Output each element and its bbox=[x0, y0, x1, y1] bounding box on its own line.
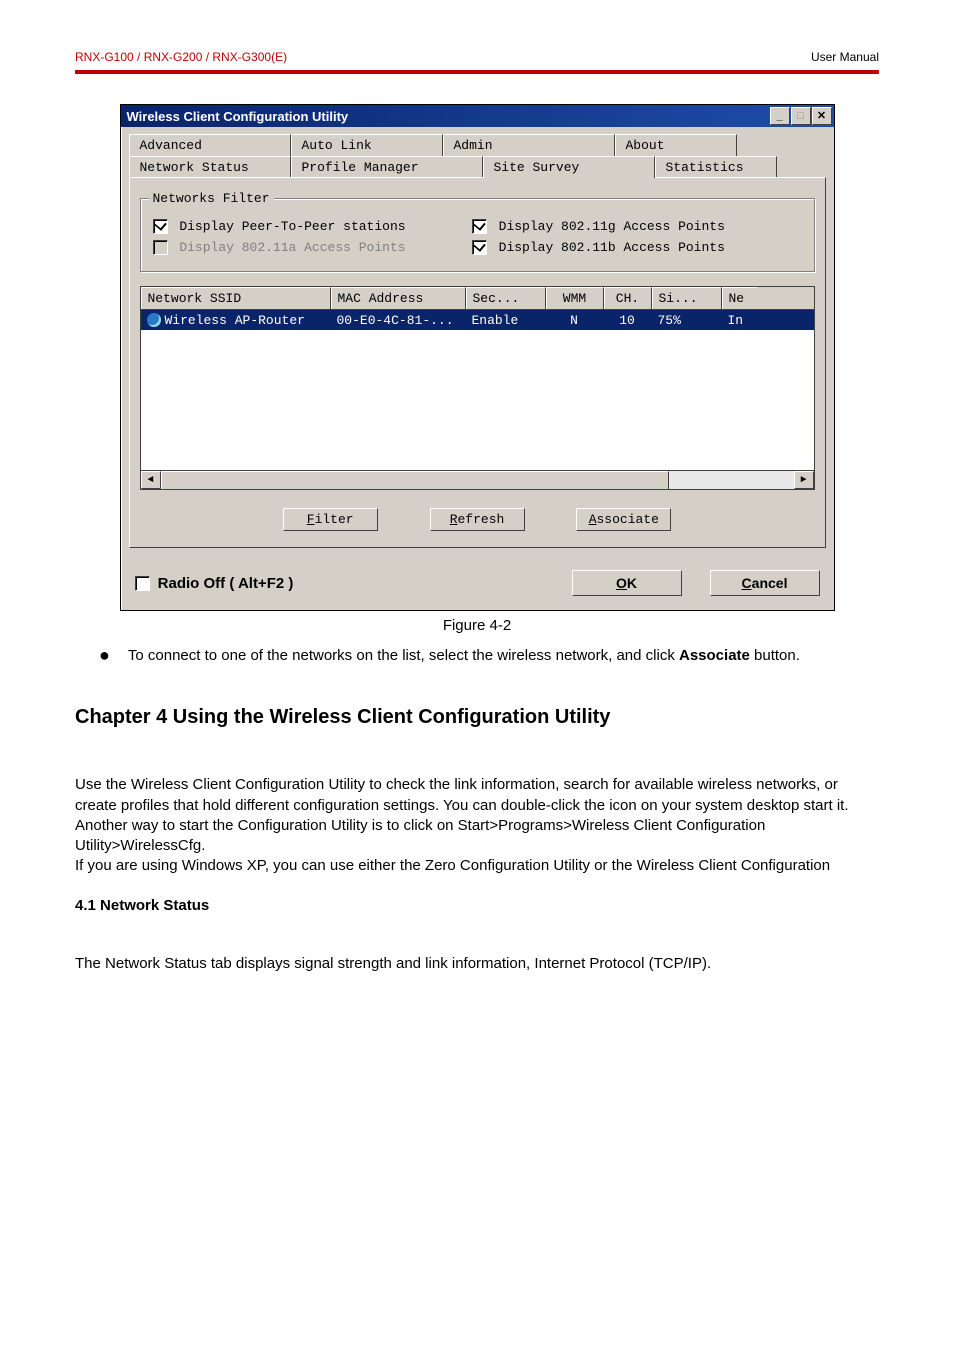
checkbox-80211g[interactable] bbox=[472, 219, 487, 234]
intro-paragraph: Use the Wireless Client Configuration Ut… bbox=[75, 775, 879, 876]
ok-button[interactable]: OK bbox=[572, 570, 682, 596]
checkbox-peer[interactable] bbox=[153, 219, 168, 234]
header-rule bbox=[75, 70, 879, 74]
page-header: RNX-G100 / RNX-G200 / RNX-G300(E) User M… bbox=[75, 50, 879, 64]
manual-label: User Manual bbox=[811, 50, 879, 64]
table-row[interactable] bbox=[141, 330, 814, 350]
refresh-button[interactable]: Refresh bbox=[430, 508, 525, 531]
tab-advanced[interactable]: Advanced bbox=[129, 134, 291, 156]
tab-admin[interactable]: Admin bbox=[443, 134, 615, 156]
cell-sec: Enable bbox=[466, 311, 546, 330]
tab-row-2: Network Status Profile Manager Site Surv… bbox=[129, 155, 826, 177]
bullet-icon: ● bbox=[99, 646, 110, 666]
col-sec[interactable]: Sec... bbox=[466, 287, 546, 309]
associate-button[interactable]: Associate bbox=[576, 508, 671, 531]
tab-profile-manager[interactable]: Profile Manager bbox=[291, 156, 483, 178]
tab-about[interactable]: About bbox=[615, 134, 737, 156]
cancel-button[interactable]: Cancel bbox=[710, 570, 820, 596]
table-row[interactable] bbox=[141, 410, 814, 430]
cell-ssid: Wireless AP-Router bbox=[165, 313, 305, 328]
label-peer: Display Peer-To-Peer stations bbox=[179, 219, 405, 234]
tab-panel: Networks Filter Display Peer-To-Peer sta… bbox=[129, 177, 826, 548]
scroll-right-icon[interactable]: ► bbox=[794, 471, 814, 489]
checkbox-80211a bbox=[153, 240, 168, 255]
section-paragraph: The Network Status tab displays signal s… bbox=[75, 954, 879, 974]
table-row[interactable] bbox=[141, 350, 814, 370]
label-80211b: Display 802.11b Access Points bbox=[499, 240, 725, 255]
label-80211g: Display 802.11g Access Points bbox=[499, 219, 725, 234]
table-row[interactable] bbox=[141, 430, 814, 450]
dialog-title: Wireless Client Configuration Utility bbox=[127, 109, 770, 124]
table-header: Network SSID MAC Address Sec... WMM CH. … bbox=[141, 287, 814, 310]
tab-site-survey[interactable]: Site Survey bbox=[483, 156, 655, 178]
scroll-thumb[interactable] bbox=[161, 471, 669, 490]
table-row[interactable]: Wireless AP-Router 00-E0-4C-81-... Enabl… bbox=[141, 310, 814, 330]
col-wmm[interactable]: WMM bbox=[546, 287, 604, 309]
col-ssid[interactable]: Network SSID bbox=[141, 287, 331, 309]
col-ne[interactable]: Ne bbox=[722, 287, 757, 309]
figure-caption: Figure 4-2 bbox=[75, 617, 879, 634]
tab-network-status[interactable]: Network Status bbox=[129, 156, 291, 178]
filter-button[interactable]: Filter bbox=[283, 508, 378, 531]
cell-ne: In bbox=[722, 311, 757, 330]
networks-table[interactable]: Network SSID MAC Address Sec... WMM CH. … bbox=[140, 286, 815, 490]
networks-filter-group: Networks Filter Display Peer-To-Peer sta… bbox=[140, 198, 815, 272]
model-list: RNX-G100 / RNX-G200 / RNX-G300(E) bbox=[75, 50, 287, 64]
table-row[interactable] bbox=[141, 390, 814, 410]
section-heading: 4.1 Network Status bbox=[75, 897, 879, 914]
table-row[interactable] bbox=[141, 450, 814, 470]
bullet-item: ● To connect to one of the networks on t… bbox=[99, 646, 869, 666]
maximize-button: □ bbox=[791, 107, 811, 125]
col-mac[interactable]: MAC Address bbox=[331, 287, 466, 309]
col-si[interactable]: Si... bbox=[652, 287, 722, 309]
h-scrollbar[interactable]: ◄ ► bbox=[141, 470, 814, 489]
col-ch[interactable]: CH. bbox=[604, 287, 652, 309]
chapter-heading: Chapter 4 Using the Wireless Client Conf… bbox=[75, 706, 879, 729]
cell-ch: 10 bbox=[604, 311, 652, 330]
tab-row-1: Advanced Auto Link Admin About bbox=[129, 133, 826, 155]
group-legend: Networks Filter bbox=[149, 191, 274, 206]
table-row[interactable] bbox=[141, 370, 814, 390]
minimize-button[interactable]: _ bbox=[770, 107, 790, 125]
cell-mac: 00-E0-4C-81-... bbox=[331, 311, 466, 330]
checkbox-80211b[interactable] bbox=[472, 240, 487, 255]
dialog-titlebar: Wireless Client Configuration Utility _ … bbox=[121, 105, 834, 127]
label-80211a: Display 802.11a Access Points bbox=[179, 240, 405, 255]
tab-auto-link[interactable]: Auto Link bbox=[291, 134, 443, 156]
label-radio-off: Radio Off ( Alt+F2 ) bbox=[158, 575, 294, 592]
close-button[interactable]: ✕ bbox=[812, 107, 832, 125]
cell-wmm: N bbox=[546, 311, 604, 330]
wifi-icon bbox=[147, 313, 161, 327]
checkbox-radio-off[interactable] bbox=[135, 576, 150, 591]
wireless-config-dialog: Wireless Client Configuration Utility _ … bbox=[120, 104, 835, 611]
scroll-left-icon[interactable]: ◄ bbox=[141, 471, 161, 489]
tab-statistics[interactable]: Statistics bbox=[655, 156, 777, 178]
cell-si: 75% bbox=[652, 311, 722, 330]
